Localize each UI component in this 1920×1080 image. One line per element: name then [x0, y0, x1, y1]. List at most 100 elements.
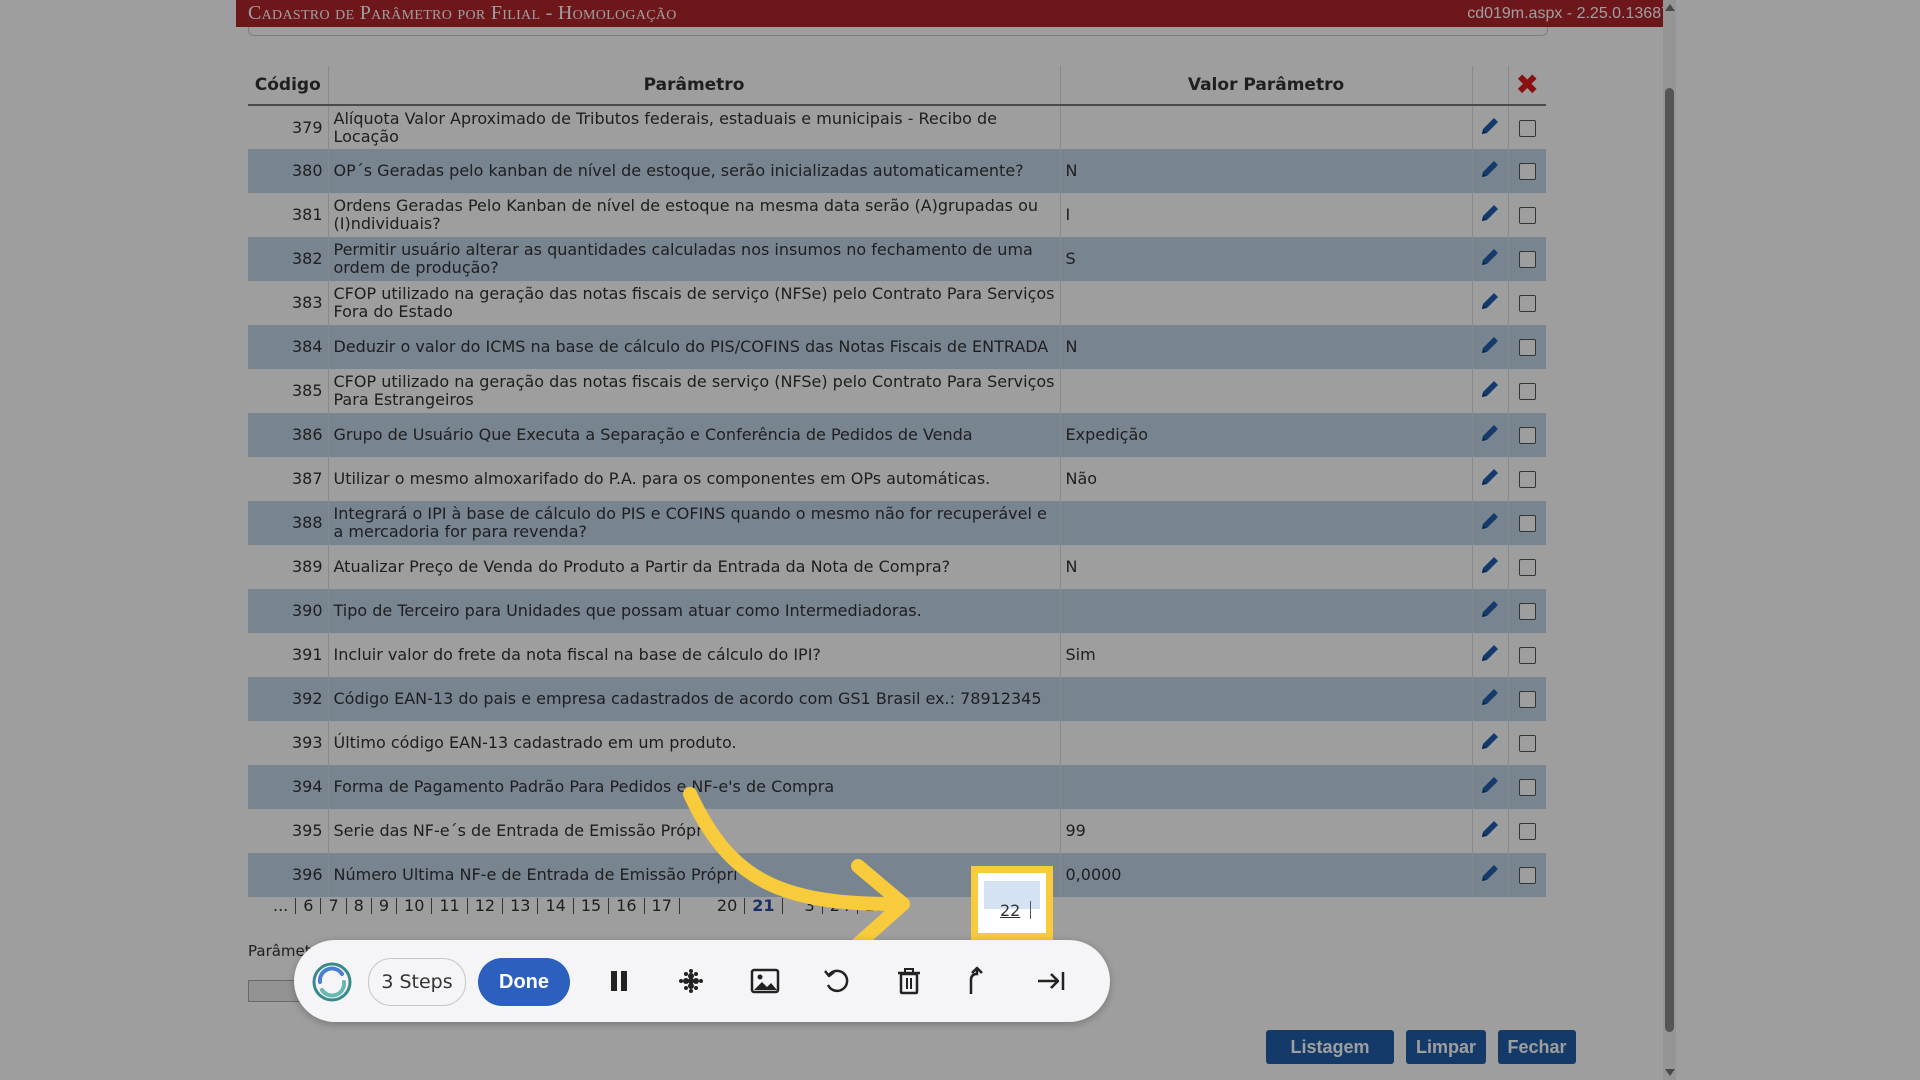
- header-codigo[interactable]: Código: [248, 66, 328, 106]
- edit-pencil-icon[interactable]: [1479, 642, 1501, 664]
- row-checkbox[interactable]: [1518, 471, 1536, 488]
- page-link[interactable]: 15: [574, 898, 610, 914]
- row-checkbox[interactable]: [1518, 691, 1536, 708]
- scroll-up-icon[interactable]: [1665, 4, 1675, 11]
- row-checkbox[interactable]: [1518, 515, 1536, 532]
- edit-pencil-icon[interactable]: [1479, 598, 1501, 620]
- scroll-down-icon[interactable]: [1665, 1069, 1675, 1076]
- row-checkbox[interactable]: [1518, 251, 1536, 268]
- table-row[interactable]: 393 Último código EAN-13 cadastrado em um…: [248, 721, 1546, 765]
- table-row[interactable]: 388 Integrará o IPI à base de cálculo do …: [248, 501, 1546, 545]
- fechar-button[interactable]: Fechar: [1498, 1030, 1576, 1064]
- row-checkbox[interactable]: [1518, 867, 1536, 884]
- edit-cell: [1471, 545, 1508, 589]
- table-row[interactable]: 387 Utilizar o mesmo almoxarifado do P.A.…: [248, 457, 1546, 501]
- page-link[interactable]: 24: [823, 898, 859, 914]
- edit-pencil-icon[interactable]: [1479, 686, 1501, 708]
- row-checkbox[interactable]: [1518, 559, 1536, 576]
- page-link[interactable]: 20: [710, 898, 746, 914]
- vertical-scrollbar[interactable]: [1663, 0, 1676, 1080]
- page-link[interactable]: 10: [397, 898, 433, 914]
- edit-pencil-icon[interactable]: [1479, 510, 1501, 532]
- page-link[interactable]: 16: [609, 898, 645, 914]
- limpar-button[interactable]: Limpar: [1406, 1030, 1486, 1064]
- table-row[interactable]: 384 Deduzir o valor do ICMS na base de cá…: [248, 325, 1546, 369]
- table-row[interactable]: 386 Grupo de Usuário Que Executa a Separa…: [248, 413, 1546, 457]
- row-checkbox[interactable]: [1518, 779, 1536, 796]
- row-checkbox[interactable]: [1518, 207, 1536, 224]
- edit-pencil-icon[interactable]: [1479, 334, 1501, 356]
- table-row[interactable]: 392 Código EAN-13 do pais e empresa cadas…: [248, 677, 1546, 721]
- undo-icon[interactable]: [820, 964, 854, 998]
- table-row[interactable]: 394 Forma de Pagamento Padrão Para Pedido…: [248, 765, 1546, 809]
- page-link[interactable]: 21: [745, 898, 783, 914]
- row-checkbox[interactable]: [1518, 603, 1536, 620]
- edit-pencil-icon[interactable]: [1479, 730, 1501, 752]
- table-row[interactable]: 381 Ordens Geradas Pelo Kanban de nível d…: [248, 193, 1546, 237]
- table-row[interactable]: 396 Número Ultima NF-e de Entrada de Emis…: [248, 853, 1546, 897]
- table-row[interactable]: 379 Alíquota Valor Aproximado de Tributos…: [248, 105, 1546, 149]
- row-checkbox[interactable]: [1518, 119, 1536, 137]
- page-22-link[interactable]: 22: [1000, 901, 1020, 920]
- steps-counter[interactable]: 3 Steps: [368, 958, 466, 1006]
- edit-pencil-icon[interactable]: [1479, 378, 1501, 400]
- table-row[interactable]: 389 Atualizar Preço de Venda do Produto a…: [248, 545, 1546, 589]
- edit-pencil-icon[interactable]: [1479, 774, 1501, 796]
- listagem-button[interactable]: Listagem: [1266, 1030, 1394, 1064]
- edit-pencil-icon[interactable]: [1479, 466, 1501, 488]
- header-parametro[interactable]: Parâmetro: [327, 66, 1060, 106]
- done-button[interactable]: Done: [478, 958, 570, 1006]
- table-row[interactable]: 385 CFOP utilizado na geração das notas f…: [248, 369, 1546, 413]
- scrollbar-thumb[interactable]: [1665, 88, 1674, 1032]
- page-link[interactable]: 14: [538, 898, 574, 914]
- edit-pencil-icon[interactable]: [1479, 290, 1501, 312]
- page-link[interactable]: 7: [321, 898, 347, 914]
- edit-pencil-icon[interactable]: [1479, 818, 1501, 840]
- page-link[interactable]: 17: [645, 898, 680, 914]
- skip-to-end-icon[interactable]: [1034, 964, 1068, 998]
- table-row[interactable]: 395 Serie das NF-e´s de Entrada de Emissã…: [248, 809, 1546, 853]
- page-link[interactable]: 3: [798, 898, 823, 914]
- page-link[interactable]: 11: [432, 898, 468, 914]
- row-checkbox[interactable]: [1518, 427, 1536, 444]
- edit-pencil-icon[interactable]: [1479, 422, 1501, 444]
- edit-pencil-icon[interactable]: [1479, 554, 1501, 576]
- row-checkbox[interactable]: [1518, 823, 1536, 840]
- row-checkbox[interactable]: [1518, 383, 1536, 400]
- table-row[interactable]: 383 CFOP utilizado na geração das notas f…: [248, 281, 1546, 325]
- cell-param: Ordens Geradas Pelo Kanban de nível de e…: [327, 193, 1060, 237]
- page-link[interactable]: 6: [296, 898, 322, 914]
- select-cell: [1507, 633, 1546, 677]
- page-link[interactable]: 8: [347, 898, 372, 914]
- page-22-highlight[interactable]: 22: [971, 866, 1053, 940]
- image-icon[interactable]: [748, 964, 782, 998]
- page-link[interactable]: 12: [468, 898, 504, 914]
- edit-pencil-icon[interactable]: [1479, 862, 1501, 884]
- page-link[interactable]: 9: [372, 898, 398, 914]
- edit-cell: [1471, 501, 1508, 545]
- blur-icon[interactable]: [674, 964, 708, 998]
- trash-icon[interactable]: [892, 964, 926, 998]
- edit-pencil-icon[interactable]: [1479, 202, 1501, 224]
- page-link[interactable]: ...: [266, 898, 297, 914]
- row-checkbox[interactable]: [1518, 339, 1536, 356]
- row-checkbox[interactable]: [1518, 163, 1536, 180]
- row-checkbox[interactable]: [1518, 647, 1536, 664]
- page-link[interactable]: 25: [858, 898, 894, 914]
- table-row[interactable]: 390 Tipo de Terceiro para Unidades que po…: [248, 589, 1546, 633]
- page-link[interactable]: 13: [503, 898, 539, 914]
- table-row[interactable]: 380 OP´s Geradas pelo kanban de nível de …: [248, 149, 1546, 193]
- cell-value: [1059, 721, 1472, 765]
- pause-icon[interactable]: [602, 964, 636, 998]
- branch-up-icon[interactable]: [958, 964, 992, 998]
- edit-pencil-icon[interactable]: [1479, 115, 1501, 137]
- delete-x-icon[interactable]: ✖: [1516, 68, 1539, 101]
- row-checkbox[interactable]: [1518, 295, 1536, 312]
- edit-pencil-icon[interactable]: [1479, 158, 1501, 180]
- row-checkbox[interactable]: [1518, 735, 1536, 752]
- edit-pencil-icon[interactable]: [1479, 246, 1501, 268]
- table-row[interactable]: 382 Permitir usuário alterar as quantidad…: [248, 237, 1546, 281]
- header-valor-parametro[interactable]: Valor Parâmetro: [1059, 66, 1472, 106]
- table-row[interactable]: 391 Incluir valor do frete da nota fiscal…: [248, 633, 1546, 677]
- select-cell: [1507, 809, 1546, 853]
